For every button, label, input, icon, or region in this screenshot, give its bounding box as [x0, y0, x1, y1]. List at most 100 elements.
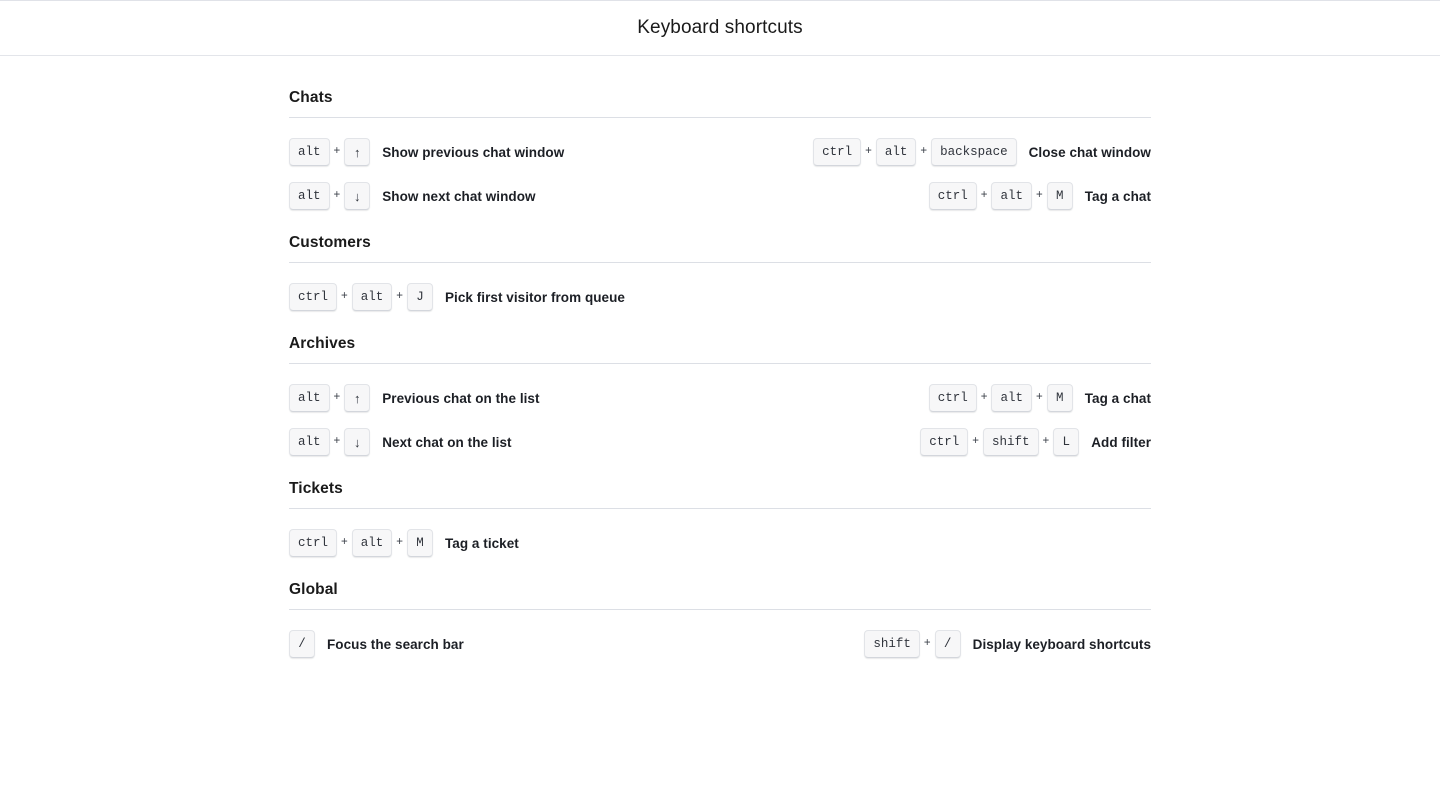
plus-separator: +: [396, 536, 403, 549]
shortcut-cell-right: ctrl + alt + backspace Close chat window: [720, 138, 1151, 166]
shortcut-description: Tag a chat: [1084, 188, 1151, 204]
section-chats: Chats alt + ↑ Show previous chat window ctrl +…: [289, 89, 1151, 234]
shortcut-cell-left: alt + ↓ Show next chat window: [289, 182, 720, 210]
shortcut-row: alt + ↑ Previous chat on the list ctrl + alt + M…: [289, 376, 1151, 420]
shortcut-cell-left: alt + ↑ Show previous chat window: [289, 138, 720, 166]
plus-separator: +: [341, 536, 348, 549]
shortcut-row: alt + ↑ Show previous chat window ctrl + alt + b…: [289, 130, 1151, 174]
alt-key: alt: [289, 384, 330, 412]
shortcut-cell-right: shift + / Display keyboard shortcuts: [720, 630, 1151, 658]
shift-key: shift: [983, 428, 1039, 456]
ctrl-key: ctrl: [928, 182, 977, 210]
ctrl-key: ctrl: [289, 529, 338, 557]
l-key: L: [1053, 428, 1080, 456]
section-divider: [289, 508, 1151, 509]
section-customers: Customers ctrl + alt + J Pick first visitor fr…: [289, 234, 1151, 335]
m-key: M: [1046, 182, 1073, 210]
shortcut-combo: / Focus the search bar: [289, 630, 464, 658]
section-divider: [289, 363, 1151, 364]
alt-key: alt: [289, 138, 330, 166]
section-tickets: Tickets ctrl + alt + M Tag a ticket: [289, 480, 1151, 581]
shortcut-description: Close chat window: [1028, 144, 1151, 160]
shortcut-combo: alt + ↑ Previous chat on the list: [289, 384, 540, 412]
plus-separator: +: [396, 290, 403, 303]
arrow-up-key: ↑: [344, 138, 371, 166]
shortcut-row: ctrl + alt + M Tag a ticket: [289, 521, 1151, 565]
shortcut-description: Tag a chat: [1084, 390, 1151, 406]
shortcut-cell-left: alt + ↑ Previous chat on the list: [289, 384, 720, 412]
plus-separator: +: [333, 391, 341, 404]
shift-key: shift: [864, 630, 920, 658]
shortcut-combo: ctrl + alt + M Tag a ticket: [289, 529, 519, 557]
page-title: Keyboard shortcuts: [637, 17, 803, 38]
alt-key: alt: [289, 428, 330, 456]
slash-key: /: [934, 630, 961, 658]
shortcut-description: Show previous chat window: [382, 144, 565, 160]
shortcut-description: Display keyboard shortcuts: [972, 636, 1151, 652]
plus-separator: +: [333, 145, 341, 158]
plus-separator: +: [1042, 435, 1050, 448]
shortcut-combo: ctrl + shift + L Add filter: [920, 428, 1151, 456]
backspace-key: backspace: [931, 138, 1017, 166]
shortcut-cell-left: alt + ↓ Next chat on the list: [289, 428, 720, 456]
shortcut-description: Focus the search bar: [327, 636, 464, 652]
shortcut-combo: ctrl + alt + J Pick first visitor from queue: [289, 283, 625, 311]
shortcut-rows: alt + ↑ Previous chat on the list ctrl + alt + M…: [289, 376, 1151, 464]
plus-separator: +: [865, 145, 872, 158]
ctrl-key: ctrl: [928, 384, 977, 412]
shortcut-description: Previous chat on the list: [382, 390, 540, 406]
m-key: M: [1046, 384, 1073, 412]
plus-separator: +: [980, 189, 988, 202]
plus-separator: +: [923, 637, 931, 650]
shortcuts-content: Chats alt + ↑ Show previous chat window ctrl +…: [289, 56, 1151, 682]
alt-key: alt: [351, 529, 393, 557]
section-title: Global: [289, 581, 338, 598]
shortcut-combo: shift + / Display keyboard shortcuts: [864, 630, 1151, 658]
shortcut-description: Tag a ticket: [444, 535, 519, 551]
shortcut-description: Add filter: [1091, 434, 1151, 450]
shortcut-cell-right: ctrl + alt + M Tag a chat: [720, 384, 1151, 412]
shortcut-rows: alt + ↑ Show previous chat window ctrl + alt + b…: [289, 130, 1151, 218]
shortcut-cell-right: ctrl + shift + L Add filter: [720, 428, 1151, 456]
shortcut-combo: alt + ↑ Show previous chat window: [289, 138, 564, 166]
shortcut-rows: ctrl + alt + J Pick first visitor from queue: [289, 275, 1151, 319]
shortcut-description: Pick first visitor from queue: [444, 289, 625, 305]
ctrl-key: ctrl: [920, 428, 969, 456]
arrow-up-key: ↑: [344, 384, 371, 412]
shortcut-row: / Focus the search bar shift + / Display keyb…: [289, 622, 1151, 666]
section-global: Global / Focus the search bar shift + / Displa…: [289, 581, 1151, 682]
section-divider: [289, 262, 1151, 263]
section-divider: [289, 609, 1151, 610]
shortcut-combo: alt + ↓ Next chat on the list: [289, 428, 512, 456]
section-archives: Archives alt + ↑ Previous chat on the list ct…: [289, 335, 1151, 480]
shortcut-rows: / Focus the search bar shift + / Display keyb…: [289, 622, 1151, 666]
shortcut-rows: ctrl + alt + M Tag a ticket: [289, 521, 1151, 565]
alt-key: alt: [991, 384, 1032, 412]
shortcut-row: alt + ↓ Show next chat window ctrl + alt + M Tag …: [289, 174, 1151, 218]
shortcut-row: ctrl + alt + J Pick first visitor from queue: [289, 275, 1151, 319]
shortcut-combo: alt + ↓ Show next chat window: [289, 182, 536, 210]
shortcut-description: Show next chat window: [382, 188, 536, 204]
section-title: Customers: [289, 234, 371, 251]
shortcut-cell-left: ctrl + alt + M Tag a ticket: [289, 529, 720, 557]
plus-separator: +: [333, 189, 341, 202]
plus-separator: +: [1036, 391, 1043, 404]
shortcut-description: Next chat on the list: [382, 434, 512, 450]
arrow-down-key: ↓: [344, 182, 371, 210]
alt-key: alt: [991, 182, 1032, 210]
j-key: J: [406, 283, 433, 311]
keyboard-shortcuts-page: Keyboard shortcuts Chats alt + ↑ Show previo…: [0, 0, 1440, 797]
plus-separator: +: [1036, 189, 1043, 202]
section-title: Archives: [289, 335, 356, 352]
arrow-down-key: ↓: [344, 428, 371, 456]
shortcut-cell-right: ctrl + alt + M Tag a chat: [720, 182, 1151, 210]
shortcut-combo: ctrl + alt + backspace Close chat window: [813, 138, 1151, 166]
ctrl-key: ctrl: [289, 283, 338, 311]
plus-separator: +: [333, 435, 341, 448]
plus-separator: +: [920, 145, 928, 158]
alt-key: alt: [351, 283, 393, 311]
